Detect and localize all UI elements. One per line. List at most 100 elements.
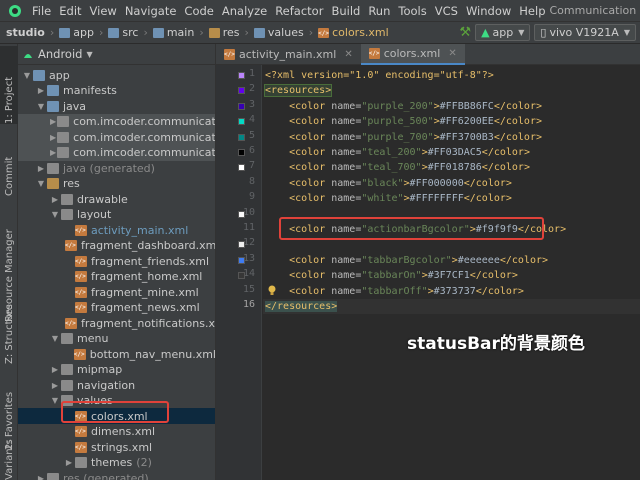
breadcrumb-item[interactable]: res xyxy=(207,26,242,39)
color-name: "tabbarOn" xyxy=(361,270,422,282)
chevron-down-icon[interactable]: ▼ xyxy=(22,71,32,80)
color-swatch-icon[interactable] xyxy=(238,133,245,141)
close-icon[interactable]: ✕ xyxy=(344,49,352,60)
menu-file[interactable]: File xyxy=(28,4,55,18)
menu-vcs[interactable]: VCS xyxy=(431,4,462,18)
chevron-right-icon[interactable]: ▶ xyxy=(64,458,74,467)
chevron-down-icon[interactable]: ▼ xyxy=(50,210,60,219)
chevron-right-icon[interactable]: ▶ xyxy=(36,474,46,480)
tool-window-stripe: 1: Project Commit Resource Manager Z: St… xyxy=(0,44,18,480)
color-swatch-icon[interactable] xyxy=(238,102,245,110)
breadcrumb-item[interactable]: app xyxy=(57,26,96,39)
chevron-right-icon[interactable]: ▶ xyxy=(36,86,46,95)
breadcrumb-item[interactable]: studio xyxy=(4,26,47,39)
menu-help[interactable]: Help xyxy=(515,4,549,18)
tree-item[interactable]: ▼ java xyxy=(18,98,215,114)
tab-colors[interactable]: colors.xml ✕ xyxy=(360,44,465,65)
color-swatch-icon[interactable] xyxy=(238,118,245,126)
tree-item[interactable]: bottom_nav_menu.xml xyxy=(18,346,215,362)
tree-item-label: menu xyxy=(77,332,109,345)
tree-item[interactable]: fragment_news.xml xyxy=(18,300,215,316)
tree-item[interactable]: strings.xml xyxy=(18,439,215,455)
color-swatch-icon[interactable] xyxy=(238,272,245,280)
breadcrumb-item[interactable]: colors.xml xyxy=(316,26,391,39)
chevron-down-icon[interactable]: ▼ xyxy=(36,102,46,111)
chevron-right-icon[interactable]: ▶ xyxy=(50,133,56,142)
tab-activity-main[interactable]: activity_main.xml ✕ xyxy=(216,44,361,65)
tree-item[interactable]: activity_main.xml xyxy=(18,222,215,238)
tree-item[interactable]: ▶ java (generated) xyxy=(18,160,215,176)
tree-item[interactable]: ▶ com.imcoder.communicationap xyxy=(18,144,215,161)
code-editor[interactable]: <?xml version="1.0" encoding="utf-8"?> <r… xyxy=(263,65,640,480)
tab-build-variants[interactable]: Variants xyxy=(0,439,18,480)
chevron-right-icon[interactable]: ▶ xyxy=(50,381,60,390)
tab-structure[interactable]: Z: Structure xyxy=(0,296,18,364)
tree-item-label: com.imcoder.communicationap xyxy=(73,115,216,128)
color-swatch-icon[interactable] xyxy=(238,72,245,79)
tree-item-label: layout xyxy=(77,208,112,221)
menu-build[interactable]: Build xyxy=(327,4,364,18)
menu-view[interactable]: View xyxy=(86,4,121,18)
menu-window[interactable]: Window xyxy=(462,4,515,18)
chevron-down-icon[interactable]: ▼ xyxy=(36,179,46,188)
highlight-box-file xyxy=(61,401,169,423)
chevron-down-icon[interactable]: ▼ xyxy=(50,396,60,405)
tree-item[interactable]: ▼ layout xyxy=(18,207,215,223)
tree-item[interactable]: ▶ manifests xyxy=(18,83,215,99)
folder-icon xyxy=(75,457,87,468)
tree-item[interactable]: ▼ menu xyxy=(18,331,215,347)
close-icon[interactable]: ✕ xyxy=(448,48,456,59)
chevron-right-icon[interactable]: ▶ xyxy=(36,164,46,173)
menu-navigate[interactable]: Navigate xyxy=(121,4,181,18)
xml-file-icon xyxy=(75,302,87,313)
color-swatch-icon[interactable] xyxy=(238,241,245,249)
chevron-right-icon[interactable]: ▶ xyxy=(50,195,60,204)
tree-item[interactable]: fragment_friends.xml xyxy=(18,253,215,269)
device-select[interactable]: ▯ vivo V1921A ▼ xyxy=(534,24,636,41)
project-view-selector[interactable]: Android ▼ xyxy=(18,44,215,65)
color-swatch-icon[interactable] xyxy=(238,87,245,95)
lightbulb-icon[interactable] xyxy=(268,285,276,295)
folder-icon xyxy=(152,27,164,38)
menu-edit[interactable]: Edit xyxy=(55,4,85,18)
menu-tools[interactable]: Tools xyxy=(394,4,430,18)
run-config-select[interactable]: ▲ app ▼ xyxy=(475,24,531,41)
color-swatch-icon[interactable] xyxy=(238,210,245,218)
chevron-right-icon[interactable]: ▶ xyxy=(50,117,56,126)
color-swatch-icon[interactable] xyxy=(238,164,245,172)
menu-code[interactable]: Code xyxy=(180,4,217,18)
folder-icon xyxy=(59,27,71,38)
color-swatch-icon[interactable] xyxy=(238,256,245,264)
chevron-right-icon[interactable]: ▶ xyxy=(50,148,56,157)
color-swatch-icon[interactable] xyxy=(238,149,245,156)
breadcrumb-item[interactable]: src xyxy=(106,26,140,39)
tree-item[interactable]: ▶ themes (2) xyxy=(18,455,215,471)
tree-item[interactable]: fragment_dashboard.xml xyxy=(18,238,215,254)
tree-item[interactable]: ▶ mipmap xyxy=(18,362,215,378)
menu-refactor[interactable]: Refactor xyxy=(271,4,327,18)
menu-run[interactable]: Run xyxy=(364,4,394,18)
tree-item[interactable]: ▼ app xyxy=(18,67,215,83)
tree-item-label: java (generated) xyxy=(63,161,155,175)
tree-item[interactable]: fragment_mine.xml xyxy=(18,284,215,300)
tree-item[interactable]: fragment_notifications.xml xyxy=(18,315,215,331)
tree-item[interactable]: fragment_home.xml xyxy=(18,269,215,285)
hammer-icon[interactable]: ⚒ xyxy=(459,25,471,40)
tab-project[interactable]: 1: Project xyxy=(0,46,18,124)
tree-item[interactable]: dimens.xml xyxy=(18,424,215,440)
breadcrumb-item[interactable]: main xyxy=(151,26,196,39)
tab-label: colors.xml xyxy=(383,47,441,60)
chevron-down-icon[interactable]: ▼ xyxy=(50,334,60,343)
line-number: 15 xyxy=(242,283,255,295)
menu-analyze[interactable]: Analyze xyxy=(218,4,271,18)
tree-item[interactable]: ▼ res xyxy=(18,176,215,192)
tree-item[interactable]: ▶ navigation xyxy=(18,377,215,393)
tree-item[interactable]: ▶ com.imcoder.communicationap xyxy=(18,113,216,130)
tab-commit[interactable]: Commit xyxy=(0,148,18,196)
breadcrumb-item[interactable]: values xyxy=(252,26,306,39)
tree-item[interactable]: ▶ res (generated) xyxy=(18,470,215,480)
tree-item[interactable]: ▶ com.imcoder.communicationap xyxy=(18,129,215,145)
chevron-right-icon[interactable]: ▶ xyxy=(50,365,60,374)
tree-item[interactable]: ▶ drawable xyxy=(18,191,215,207)
